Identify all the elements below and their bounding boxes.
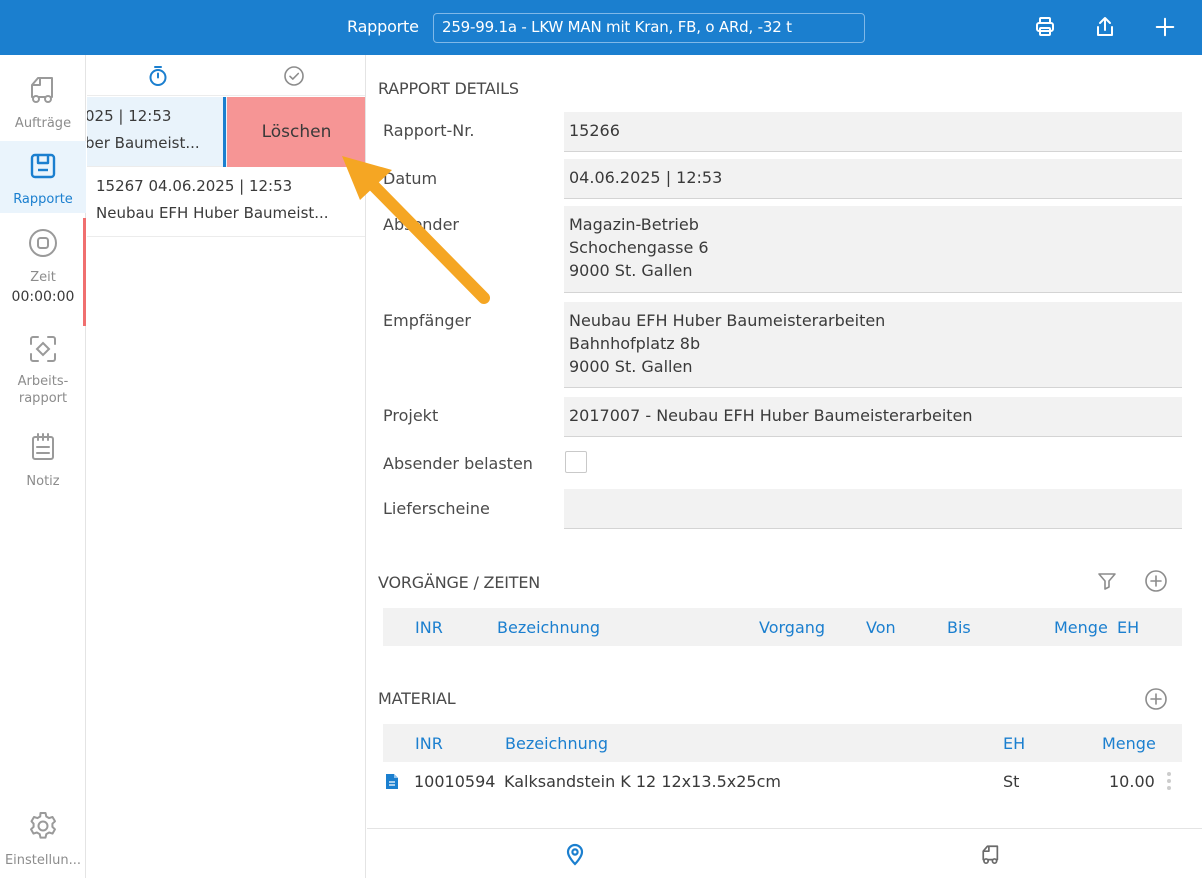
time-display: 00:00:00 [11, 289, 75, 305]
list-item-date: 025 | 12:53 [87, 107, 172, 125]
column-header: EH [1117, 618, 1140, 637]
section-title-material: MATERIAL [378, 689, 456, 708]
notepad-icon [28, 431, 58, 467]
column-header: Vorgang [759, 618, 826, 637]
column-header: EH [1003, 734, 1026, 753]
add-vorgang-icon[interactable] [1144, 569, 1168, 593]
field-label: Lieferscheine [383, 499, 490, 518]
document-icon[interactable] [385, 773, 399, 794]
material-menge: 10.00 [1109, 772, 1155, 791]
top-bar: Rapporte 259-99.1a - LKW MAN mit Kran, F… [0, 0, 1202, 55]
field-label: Projekt [383, 406, 439, 425]
sidebar-item-rapporte[interactable]: Rapporte [0, 141, 86, 213]
page-title: Rapporte [347, 17, 419, 36]
plus-icon[interactable] [1152, 14, 1178, 40]
rapport-nr-field[interactable]: 15266 [564, 112, 1182, 152]
sidebar-item-label: Zeit [30, 270, 56, 285]
check-circle-icon[interactable] [282, 64, 306, 88]
sidebar-item-auftraege[interactable]: Aufträge [0, 73, 86, 135]
printer-icon[interactable] [1032, 14, 1058, 40]
list-item-title: ber Baumeist... [87, 134, 200, 152]
field-label: Datum [383, 169, 438, 188]
material-table-header: INR Bezeichnung EH Menge [383, 724, 1182, 762]
section-title-vorgaenge: VORGÄNGE / ZEITEN [378, 573, 540, 592]
sidebar-nav: Aufträge Rapporte Zeit 00:00:00 Arbeits-… [0, 55, 86, 878]
column-header: Bis [947, 618, 971, 637]
field-label: Absender [383, 215, 459, 234]
filter-icon[interactable] [1095, 569, 1119, 593]
datum-field[interactable]: 04.06.2025 | 12:53 [564, 159, 1182, 199]
gear-icon [27, 810, 59, 846]
report-list: 025 | 12:53 ber Baumeist... Löschen 1526… [87, 55, 366, 878]
sidebar-item-label: Rapporte [13, 192, 73, 207]
truck-icon[interactable] [979, 842, 1003, 866]
sidebar-item-label: Arbeits- rapport [17, 374, 69, 406]
share-icon[interactable] [1092, 14, 1118, 40]
sidebar-item-zeit[interactable]: Zeit 00:00:00 [0, 227, 86, 317]
bottom-toolbar [367, 828, 1202, 878]
sidebar-item-einstellungen[interactable]: Einstellun... [0, 810, 86, 874]
column-header: Von [866, 618, 896, 637]
section-title-details: RAPPORT DETAILS [378, 79, 519, 98]
column-header: INR [415, 734, 443, 753]
material-inr: 10010594 [414, 772, 496, 791]
column-header: INR [415, 618, 443, 637]
field-label: Absender belasten [383, 454, 533, 473]
stop-icon [27, 227, 59, 263]
column-header: Menge [1054, 618, 1108, 637]
column-header: Bezeichnung [497, 618, 601, 637]
absender-belasten-checkbox[interactable] [565, 451, 587, 473]
detail-pane: RAPPORT DETAILS Rapport-Nr. 15266 Datum … [367, 55, 1202, 878]
truck-icon [26, 73, 60, 109]
delete-button[interactable]: Löschen [227, 97, 365, 167]
sidebar-item-label: Einstellun... [4, 853, 82, 868]
column-header: Bezeichnung [505, 734, 609, 753]
sidebar-item-arbeitsrapport[interactable]: Arbeits- rapport [0, 333, 86, 413]
more-options-icon[interactable] [1166, 770, 1172, 796]
row-divider [223, 97, 226, 167]
table-row[interactable]: 10010594 Kalksandstein K 12 12x13.5x25cm… [383, 767, 1182, 799]
column-header: Menge [1102, 734, 1156, 753]
sidebar-item-notiz[interactable]: Notiz [0, 431, 86, 495]
projekt-field[interactable]: 2017007 - Neubau EFH Huber Baumeisterarb… [564, 397, 1182, 437]
list-item-date: 15267 04.06.2025 | 12:53 [96, 177, 293, 195]
lieferscheine-field[interactable] [564, 489, 1182, 529]
list-item[interactable]: 025 | 12:53 ber Baumeist... Löschen [87, 97, 365, 167]
vehicle-select[interactable]: 259-99.1a - LKW MAN mit Kran, FB, o ARd,… [433, 13, 865, 43]
field-label: Rapport-Nr. [383, 121, 475, 140]
vorgaenge-table-header: INR Bezeichnung Vorgang Von Bis Menge EH [383, 608, 1182, 646]
absender-field[interactable]: Magazin-Betrieb Schochengasse 6 9000 St.… [564, 206, 1182, 293]
material-bezeichnung: Kalksandstein K 12 12x13.5x25cm [504, 772, 781, 791]
location-pin-icon[interactable] [563, 842, 587, 866]
list-item-title: Neubau EFH Huber Baumeist... [96, 204, 329, 222]
field-label: Empfänger [383, 311, 472, 330]
add-material-icon[interactable] [1144, 687, 1168, 711]
material-eh: St [1003, 772, 1020, 791]
list-item[interactable]: 15267 04.06.2025 | 12:53 Neubau EFH Hube… [87, 167, 365, 237]
report-icon [28, 151, 58, 185]
stopwatch-icon[interactable] [146, 64, 170, 88]
list-header [87, 55, 365, 96]
recording-indicator [83, 218, 86, 326]
scan-icon [27, 333, 59, 369]
sidebar-item-label: Aufträge [14, 116, 72, 131]
empfaenger-field[interactable]: Neubau EFH Huber Baumeisterarbeiten Bahn… [564, 302, 1182, 388]
sidebar-item-label: Notiz [26, 474, 60, 489]
